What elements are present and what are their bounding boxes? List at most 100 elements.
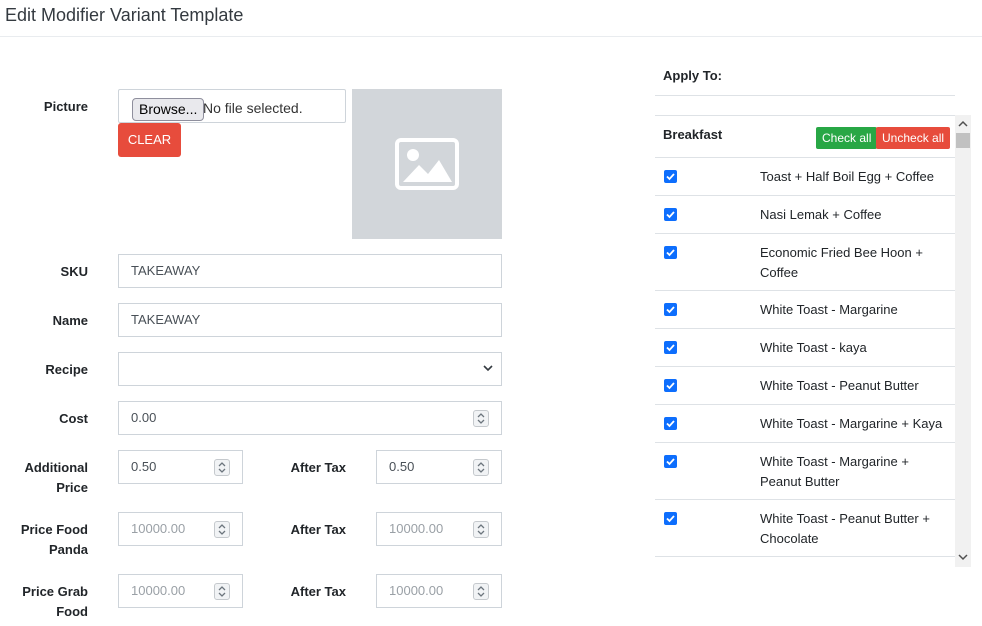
chevron-up-icon[interactable] [955,117,971,131]
item-checkbox[interactable] [664,512,677,525]
item-label: White Toast - Peanut Butter [760,378,919,393]
cost-value: 0.00 [131,410,157,425]
recipe-label: Recipe [45,362,88,377]
cost-spinner[interactable] [473,410,489,427]
grab-label-line2: Food [56,604,88,619]
item-checkbox[interactable] [664,379,677,392]
chevron-down-icon[interactable] [955,550,971,564]
image-placeholder [352,89,502,239]
foodpanda-price-input[interactable]: 10000.00 [118,512,243,546]
item-checkbox[interactable] [664,455,677,468]
additional-price-label-line2: Price [56,480,88,495]
check-all-button[interactable]: Check all [816,127,878,149]
checkmark-icon [666,344,675,352]
foodpanda-price-placeholder: 10000.00 [131,521,186,536]
item-label: White Toast - kaya [760,340,867,355]
item-label: White Toast - Margarine + Kaya [760,416,943,431]
grab-after-tax-spinner[interactable] [473,583,489,600]
grab-price-input[interactable]: 10000.00 [118,574,243,608]
item-label: White Toast - Margarine [760,302,898,317]
item-checkbox[interactable] [664,417,677,430]
checkmark-icon [666,458,675,466]
additional-price-input[interactable]: 0.50 [118,450,243,484]
divider [655,95,955,96]
item-checkbox[interactable] [664,246,677,259]
checkmark-icon [666,306,675,314]
additional-after-tax-label: After Tax [290,460,346,475]
browse-button[interactable]: Browse... [132,98,205,121]
file-input[interactable]: Browse... No file selected. [118,89,346,123]
checkmark-icon [666,515,675,523]
list-item[interactable]: White Toast - Peanut Butter [655,367,955,405]
item-checkbox[interactable] [664,170,677,183]
page-title: Edit Modifier Variant Template [5,5,244,25]
clear-button[interactable]: CLEAR [118,123,181,157]
cost-input[interactable]: 0.00 [118,401,502,435]
checkmark-icon [666,173,675,181]
additional-after-tax-value: 0.50 [389,459,415,474]
additional-price-value: 0.50 [131,459,157,474]
foodpanda-after-tax-placeholder: 10000.00 [389,521,444,536]
checkmark-icon [666,249,675,257]
item-label: White Toast - Margarine + Peanut Butter [760,454,909,489]
foodpanda-price-spinner[interactable] [214,521,230,538]
foodpanda-after-tax-label: After Tax [290,522,346,537]
grab-label-line1: Price Grab [22,584,88,599]
page-header: Edit Modifier Variant Template [0,0,982,37]
item-checkbox[interactable] [664,341,677,354]
scrollbar-thumb[interactable] [956,133,970,148]
foodpanda-price-label: Price Food Panda [14,520,88,560]
foodpanda-after-tax-spinner[interactable] [473,521,489,538]
list-item[interactable]: White Toast - Peanut Butter + Chocolate [655,500,955,557]
group-title: Breakfast [663,127,723,142]
spinner-arrows-icon [477,462,485,473]
sku-input[interactable]: TAKEAWAY [118,254,502,288]
grab-after-tax-input[interactable]: 10000.00 [376,574,502,608]
grab-after-tax-placeholder: 10000.00 [389,583,444,598]
additional-after-tax-input[interactable]: 0.50 [376,450,502,484]
grab-price-spinner[interactable] [214,583,230,600]
name-input[interactable]: TAKEAWAY [118,303,502,337]
spinner-arrows-icon [477,586,485,597]
list-item[interactable]: Nasi Lemak + Coffee [655,196,955,234]
additional-price-spinner[interactable] [214,459,230,476]
list-item[interactable]: White Toast - Margarine + Peanut Butter [655,443,955,500]
foodpanda-label-line1: Price Food [20,522,88,537]
cost-label: Cost [59,411,88,426]
additional-after-tax-spinner[interactable] [473,459,489,476]
checkmark-icon [666,211,675,219]
spinner-arrows-icon [477,524,485,535]
group-header: Breakfast Check all Uncheck all [655,116,955,158]
grab-after-tax-label: After Tax [290,584,346,599]
spinner-arrows-icon [218,524,226,535]
item-label: White Toast - Peanut Butter + Chocolate [760,511,930,546]
item-label: Economic Fried Bee Hoon + Coffee [760,245,923,280]
spinner-arrows-icon [218,462,226,473]
list-item[interactable]: White Toast - Margarine [655,291,955,329]
item-checkbox[interactable] [664,303,677,316]
additional-price-label: Additional Price [14,458,88,498]
spinner-arrows-icon [218,586,226,597]
list-item[interactable]: Economic Fried Bee Hoon + Coffee [655,234,955,291]
item-checkbox[interactable] [664,208,677,221]
apply-to-title: Apply To: [663,68,722,83]
list-item[interactable]: White Toast - kaya [655,329,955,367]
recipe-select[interactable] [118,352,502,386]
picture-label: Picture [43,99,88,114]
spinner-arrows-icon [477,413,485,424]
file-status: No file selected. [203,100,303,116]
checkmark-icon [666,382,675,390]
item-label: Nasi Lemak + Coffee [760,207,882,222]
grab-price-placeholder: 10000.00 [131,583,186,598]
grab-price-label: Price Grab Food [14,582,88,622]
checkmark-icon [666,420,675,428]
foodpanda-after-tax-input[interactable]: 10000.00 [376,512,502,546]
list-item[interactable]: Toast + Half Boil Egg + Coffee [655,158,955,196]
uncheck-all-button[interactable]: Uncheck all [876,127,951,149]
list-item[interactable]: White Toast - Margarine + Kaya [655,405,955,443]
additional-price-label-line1: Additional [24,460,88,475]
chevron-down-icon [483,365,493,372]
list-scrollbar[interactable] [955,115,971,567]
apply-list-panel: Breakfast Check all Uncheck all Toast + … [655,115,955,557]
item-label: Toast + Half Boil Egg + Coffee [760,169,934,184]
